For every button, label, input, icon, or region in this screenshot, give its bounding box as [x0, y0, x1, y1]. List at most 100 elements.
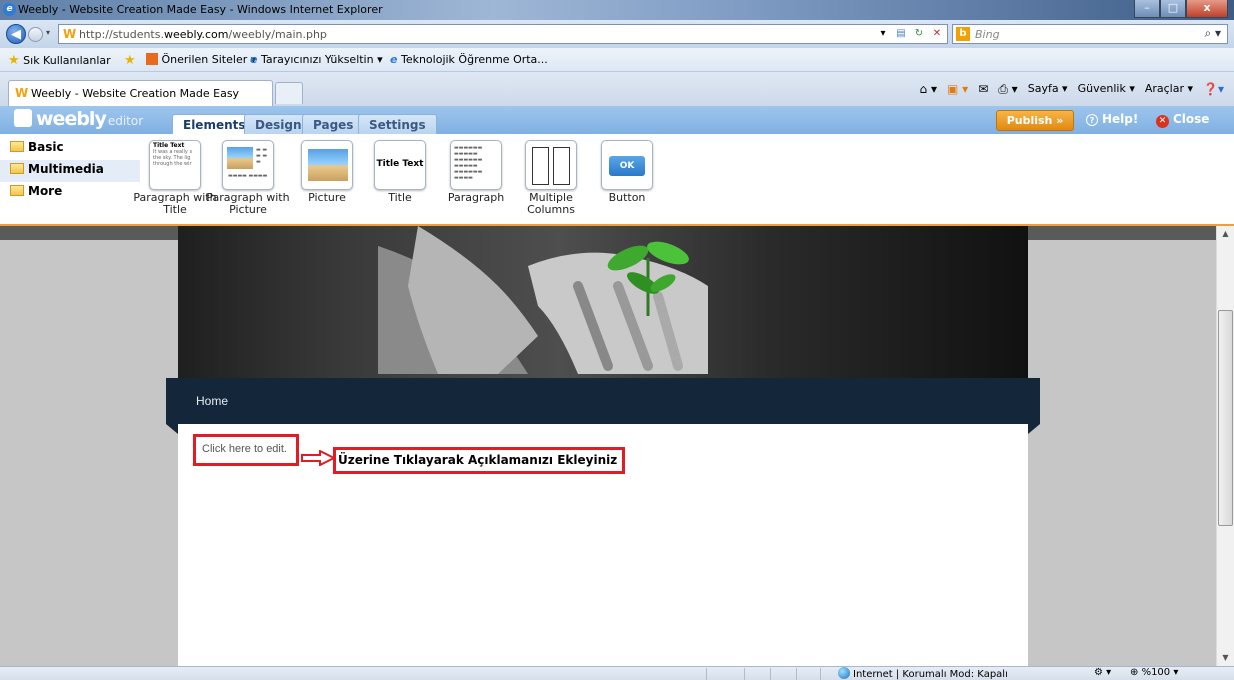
paragraph-thumbnail: ▬▬▬▬▬▬ ▬▬▬▬▬ ▬▬▬▬▬▬ ▬▬▬▬▬ ▬▬▬▬▬▬ ▬▬▬▬: [450, 140, 502, 190]
element-label: Button: [608, 191, 646, 204]
favorites-bar: ★ Sık Kullanılanlar ★ Önerilen Siteler ▾…: [0, 48, 1234, 72]
globe-icon: [838, 667, 850, 679]
search-icon[interactable]: ⌕ ▾: [1204, 26, 1221, 41]
site-favicon-icon: W: [63, 27, 77, 41]
ie-page-icon: e: [250, 53, 258, 66]
annotation-label: Üzerine Tıklayarak Açıklamanızı Ekleyini…: [333, 447, 625, 474]
minimize-button[interactable]: –: [1134, 0, 1160, 18]
image-icon: [227, 147, 253, 169]
nav-fold-left: [166, 424, 178, 434]
forward-arrow-icon[interactable]: [28, 27, 43, 42]
weebly-logo: weebly editor: [14, 108, 143, 130]
favorite-item-teknolojik[interactable]: e Teknolojik Öğrenme Orta...: [390, 53, 548, 66]
help-icon[interactable]: ❓▾: [1203, 82, 1224, 97]
category-basic[interactable]: Basic: [10, 140, 64, 154]
site-preview: Home Click here to edit. Üzerine Tıklaya…: [0, 226, 1234, 666]
search-placeholder: Bing: [975, 28, 1000, 41]
element-paragraph-with-picture[interactable]: ▬ ▬ ▬ ▬ ▬ ▬▬▬▬ ▬▬▬▬ Paragraph with Pictu…: [203, 140, 293, 216]
annotation-arrow-icon: [301, 450, 336, 466]
feeds-icon[interactable]: ▣ ▾: [947, 82, 968, 97]
command-bar: ⌂ ▾ ▣ ▾ ✉ ⎙ ▾ Sayfa ▾ Güvenlik ▾ Araçlar…: [920, 82, 1224, 97]
history-dropdown-icon[interactable]: ▾: [46, 28, 50, 37]
status-divider: [770, 668, 771, 680]
status-bar: Internet | Korumalı Mod: Kapalı ⚙ ▾ ⊕ %1…: [0, 666, 1234, 680]
browser-tab-row: W Weebly - Website Creation Made Easy ⌂ …: [0, 72, 1234, 106]
window-title: Weebly - Website Creation Made Easy - Wi…: [18, 3, 383, 16]
nav-home-link[interactable]: Home: [196, 394, 228, 408]
favorites-button[interactable]: ★ Sık Kullanılanlar: [8, 53, 111, 68]
picture-thumbnail: [301, 140, 353, 190]
zoom-level[interactable]: ⊕ %100 ▾: [1130, 667, 1178, 678]
status-divider: [744, 668, 745, 680]
vertical-scrollbar[interactable]: ▲ ▼: [1216, 226, 1234, 666]
scroll-down-icon[interactable]: ▼: [1217, 650, 1234, 666]
home-icon[interactable]: ⌂ ▾: [920, 82, 937, 97]
folder-icon: [10, 163, 24, 174]
address-tools: ▾ ▤ ↻ ✕: [875, 26, 945, 42]
elements-palette: Basic Multimedia More Title Text It was a…: [0, 134, 1234, 226]
element-button[interactable]: OK Button: [582, 140, 672, 204]
status-divider: [706, 668, 707, 680]
folder-icon: [10, 185, 24, 196]
annotation-highlight-box: [193, 434, 299, 466]
weebly-logo-icon: [14, 109, 32, 127]
back-arrow-icon[interactable]: ◀: [6, 24, 26, 44]
search-box[interactable]: b Bing ⌕ ▾: [952, 24, 1228, 44]
address-url[interactable]: http://students.weebly.com/weebly/main.p…: [79, 28, 327, 41]
tools-menu[interactable]: Araçlar ▾: [1145, 82, 1193, 97]
column-icon: [532, 147, 549, 185]
paragraph-with-title-thumbnail: Title Text It was a really s the sky. The…: [149, 140, 201, 190]
address-bar[interactable]: W http://students.weebly.com/weebly/main…: [58, 24, 948, 44]
print-icon[interactable]: ⎙ ▾: [998, 82, 1017, 97]
category-more[interactable]: More: [10, 184, 62, 198]
favorite-item-upgrade[interactable]: e Tarayıcınızı Yükseltin ▾: [250, 53, 383, 66]
status-divider: [796, 668, 797, 680]
close-window-button[interactable]: x: [1186, 0, 1228, 18]
status-divider: [820, 668, 821, 680]
browser-tab-weebly[interactable]: W Weebly - Website Creation Made Easy: [8, 80, 273, 106]
button-thumbnail: OK: [601, 140, 653, 190]
page-menu[interactable]: Sayfa ▾: [1028, 82, 1068, 97]
suggested-sites-icon: [146, 53, 158, 65]
mail-icon[interactable]: ✉: [978, 82, 988, 97]
paragraph-with-picture-thumbnail: ▬ ▬ ▬ ▬ ▬ ▬▬▬▬ ▬▬▬▬: [222, 140, 274, 190]
close-editor-button[interactable]: ✕ Close: [1156, 112, 1209, 128]
protected-mode-icon[interactable]: ⚙ ▾: [1094, 667, 1111, 678]
plant-illustration: [607, 241, 689, 316]
help-button[interactable]: ? Help!: [1086, 112, 1138, 126]
category-multimedia[interactable]: Multimedia: [0, 160, 140, 182]
scrollbar-thumb[interactable]: [1218, 310, 1233, 526]
favorite-item-suggested[interactable]: Önerilen Siteler ▾: [146, 53, 256, 66]
security-zone[interactable]: Internet | Korumalı Mod: Kapalı: [838, 667, 1008, 680]
tab-pages[interactable]: Pages: [302, 114, 365, 135]
maximize-button[interactable]: □: [1160, 0, 1186, 18]
stop-icon[interactable]: ✕: [929, 26, 945, 42]
multiple-columns-thumbnail: [525, 140, 577, 190]
help-circle-icon: ?: [1086, 114, 1098, 126]
nav-fold-right: [1028, 424, 1040, 434]
window-titlebar: e Weebly - Website Creation Made Easy - …: [0, 0, 1234, 20]
new-tab-button[interactable]: [275, 82, 303, 104]
compatibility-icon[interactable]: ▤: [893, 26, 909, 42]
site-navbar: Home: [166, 378, 1040, 434]
star-icon: ★: [8, 53, 20, 68]
element-label: Multiple Columns: [527, 191, 575, 216]
tab-settings[interactable]: Settings: [358, 114, 437, 135]
header-image[interactable]: [178, 226, 1028, 378]
title-thumbnail: Title Text: [374, 140, 426, 190]
window-controls: – □ x: [1134, 0, 1228, 18]
column-icon: [553, 147, 570, 185]
address-toolbar: ◀ ▾ W http://students.weebly.com/weebly/…: [0, 20, 1234, 48]
scroll-up-icon[interactable]: ▲: [1217, 226, 1234, 242]
image-icon: [308, 149, 348, 181]
add-favorite-button[interactable]: ★: [124, 53, 136, 68]
dropdown-icon[interactable]: ▾: [875, 26, 891, 42]
publish-button[interactable]: Publish »: [996, 110, 1074, 131]
ie-logo-icon: e: [3, 3, 16, 16]
add-favorite-icon: ★: [124, 53, 136, 68]
folder-icon: [10, 141, 24, 152]
security-menu[interactable]: Güvenlik ▾: [1078, 82, 1135, 97]
refresh-icon[interactable]: ↻: [911, 26, 927, 42]
close-icon: ✕: [1156, 115, 1169, 128]
element-label: Paragraph with Picture: [206, 191, 290, 216]
